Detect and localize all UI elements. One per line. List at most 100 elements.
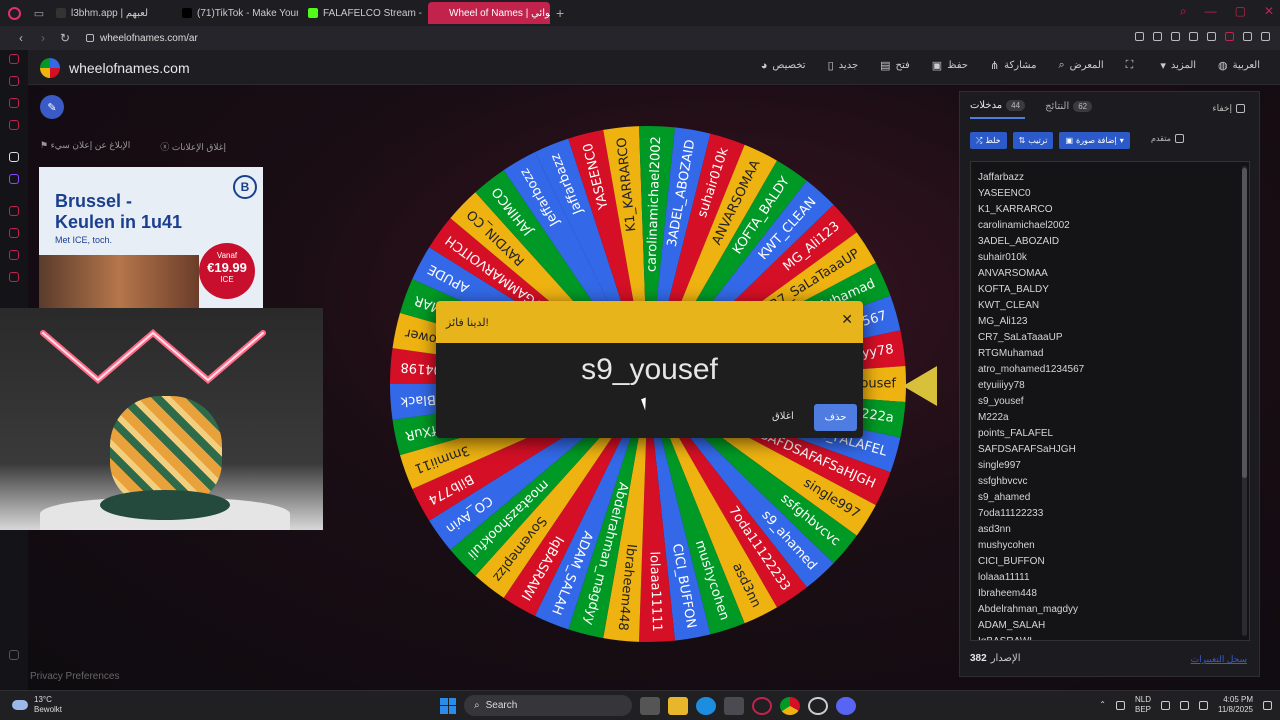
browser-tab[interactable]: FALAFELCO Stream - Wal bbox=[302, 2, 424, 24]
more-icon[interactable] bbox=[9, 650, 19, 660]
site-menu-item[interactable]: ◕ تخصيص bbox=[761, 59, 806, 72]
network-icon[interactable] bbox=[1161, 700, 1170, 710]
privacy-preferences-link[interactable]: Privacy Preferences bbox=[30, 671, 119, 682]
entry-line[interactable]: 7oda11122233 bbox=[978, 506, 1249, 522]
edge-icon[interactable] bbox=[696, 696, 716, 715]
entry-line[interactable]: MG_Ali123 bbox=[978, 314, 1249, 330]
panel-tab[interactable]: النتائج 62 bbox=[1045, 100, 1093, 119]
workspace-icon[interactable] bbox=[9, 76, 19, 86]
browser-tab[interactable]: (71)TikTok - Make Your D bbox=[176, 2, 298, 24]
entry-line[interactable]: lolaaa11111 bbox=[978, 570, 1249, 586]
extensions-icon[interactable] bbox=[9, 250, 19, 260]
site-menu-item[interactable]: ▯ جديد bbox=[828, 59, 859, 72]
site-menu-item[interactable]: ▣ حفظ bbox=[932, 59, 968, 72]
entry-line[interactable]: KWT_CLEAN bbox=[978, 298, 1249, 314]
site-menu-item[interactable]: ⌕ المعرض bbox=[1058, 59, 1103, 72]
maximize-button[interactable]: ▢ bbox=[1235, 4, 1246, 19]
add-image-button[interactable]: ▣ إضافة صورة ▾ bbox=[1059, 132, 1130, 149]
entry-line[interactable]: Jaffarbazz bbox=[978, 170, 1249, 186]
entry-line[interactable]: IqBASRAWI bbox=[978, 634, 1249, 640]
entry-line[interactable]: K1_KARRARCO bbox=[978, 202, 1249, 218]
entry-line[interactable]: KOFTA_BALDY bbox=[978, 282, 1249, 298]
edit-icon[interactable]: ✎ bbox=[40, 95, 64, 119]
entry-line[interactable]: YASEENC0 bbox=[978, 186, 1249, 202]
site-menu-item[interactable]: ▤ فتح bbox=[880, 59, 910, 72]
entry-line[interactable]: 3ADEL_ABOZAID bbox=[978, 234, 1249, 250]
browser-tab[interactable]: Wheel of Names | عشوائي bbox=[428, 2, 550, 24]
entry-line[interactable]: CR7_SaLaTaaaUP bbox=[978, 330, 1249, 346]
entry-line[interactable]: SAFDSAFAFSaHJGH bbox=[978, 442, 1249, 458]
task-view-icon[interactable] bbox=[640, 696, 660, 715]
scrollbar-thumb[interactable] bbox=[1242, 168, 1247, 478]
entry-line[interactable]: s9_yousef bbox=[978, 394, 1249, 410]
reload-button[interactable]: ↻ bbox=[56, 31, 74, 45]
site-menu-item[interactable]: ⋔ مشاركة bbox=[990, 59, 1037, 72]
language-indicator[interactable]: NLD BEP bbox=[1135, 695, 1151, 715]
volume-icon[interactable] bbox=[1180, 700, 1189, 710]
back-button[interactable]: ‹ bbox=[12, 31, 30, 45]
file-explorer-icon[interactable] bbox=[668, 696, 688, 715]
dialog-close-icon[interactable]: ✕ bbox=[841, 311, 853, 328]
chrome-icon[interactable] bbox=[780, 696, 800, 715]
instagram-icon[interactable] bbox=[9, 120, 19, 130]
site-title[interactable]: wheelofnames.com bbox=[69, 60, 190, 76]
entry-line[interactable]: CICI_BUFFON bbox=[978, 554, 1249, 570]
entry-line[interactable]: ssfghbvcvc bbox=[978, 474, 1249, 490]
advertisement[interactable]: Brussel - Keulen in 1u41 Met ICE, toch. B… bbox=[39, 167, 263, 309]
twitch-icon[interactable] bbox=[9, 174, 19, 184]
download-icon[interactable] bbox=[1243, 32, 1252, 41]
player-icon[interactable] bbox=[1189, 32, 1198, 41]
entry-line[interactable]: points_FALAFEL bbox=[978, 426, 1249, 442]
shuffle-button[interactable]: ⤮ خلط bbox=[970, 132, 1007, 149]
chevron-up-icon[interactable]: ⌃ bbox=[1099, 700, 1106, 710]
entry-line[interactable]: atro_mohamed1234567 bbox=[978, 362, 1249, 378]
panel-tab[interactable]: مدخلات 44 bbox=[970, 100, 1026, 119]
entry-line[interactable]: RTGMuhamad bbox=[978, 346, 1249, 362]
history-icon[interactable] bbox=[9, 228, 19, 238]
tab-menu-icon[interactable]: ▭ bbox=[28, 0, 50, 26]
dialog-close-button[interactable]: اغلاق bbox=[772, 411, 794, 422]
forward-button[interactable]: › bbox=[34, 31, 52, 45]
discord-icon[interactable] bbox=[836, 696, 856, 715]
kick-icon[interactable] bbox=[9, 152, 19, 162]
start-button[interactable] bbox=[440, 697, 456, 714]
heart-icon[interactable] bbox=[1207, 32, 1216, 41]
mic-icon[interactable] bbox=[1115, 700, 1125, 710]
minimize-button[interactable]: — bbox=[1205, 4, 1217, 19]
site-menu-item[interactable]: ▾ المزيد bbox=[1160, 59, 1196, 72]
clock[interactable]: 4:05 PM 11/8/2025 bbox=[1218, 695, 1253, 715]
hide-checkbox[interactable] bbox=[1236, 104, 1245, 113]
taskbar-search[interactable]: ⌕ Search bbox=[464, 695, 632, 716]
entry-line[interactable]: asd3nn bbox=[978, 522, 1249, 538]
opera-taskbar-icon[interactable] bbox=[752, 696, 772, 715]
aria-icon[interactable] bbox=[9, 54, 19, 64]
settings-icon[interactable] bbox=[9, 272, 19, 282]
snapshot-icon[interactable] bbox=[1153, 32, 1162, 41]
entries-textarea[interactable]: Jaffarbazz YASEENC0 K1_KARRARCO carolinamic… bbox=[970, 161, 1250, 641]
advanced-toggle[interactable]: متقدم bbox=[1151, 134, 1184, 143]
entry-line[interactable]: suhair010k bbox=[978, 250, 1249, 266]
site-logo-icon[interactable] bbox=[40, 58, 60, 78]
hide-toggle[interactable]: إخفاء bbox=[1212, 103, 1245, 114]
search-tabs-icon[interactable]: ⌕ bbox=[1180, 4, 1187, 19]
store-icon[interactable] bbox=[724, 696, 744, 715]
entry-line[interactable]: Ibraheem448 bbox=[978, 586, 1249, 602]
bookmark-icon[interactable] bbox=[1135, 32, 1144, 41]
settings-taskbar-icon[interactable] bbox=[808, 696, 828, 715]
entry-line[interactable]: ANVARSOMAA bbox=[978, 266, 1249, 282]
advanced-checkbox[interactable] bbox=[1174, 134, 1184, 143]
sort-button[interactable]: ⇅ ترتيب bbox=[1012, 132, 1054, 149]
site-menu-item[interactable]: ◍ العربية bbox=[1218, 59, 1260, 72]
messenger-icon[interactable] bbox=[9, 98, 19, 108]
opera-logo-icon[interactable] bbox=[0, 0, 28, 26]
entry-line[interactable]: s9_ahamed bbox=[978, 490, 1249, 506]
entry-line[interactable]: mushycohen bbox=[978, 538, 1249, 554]
profile-icon[interactable] bbox=[1225, 32, 1234, 41]
new-tab-button[interactable]: + bbox=[556, 5, 564, 21]
browser-tab[interactable]: l3bhm.app | لعبهم bbox=[50, 2, 172, 24]
report-ad-link[interactable]: ⚑ الإبلاغ عن إعلان سيء bbox=[40, 140, 130, 153]
easy-setup-icon[interactable] bbox=[1261, 32, 1270, 41]
site-menu-item[interactable]: ⛶ bbox=[1126, 59, 1139, 72]
entry-line[interactable]: etyuiiiyy78 bbox=[978, 378, 1249, 394]
player-sidebar-icon[interactable] bbox=[9, 206, 19, 216]
